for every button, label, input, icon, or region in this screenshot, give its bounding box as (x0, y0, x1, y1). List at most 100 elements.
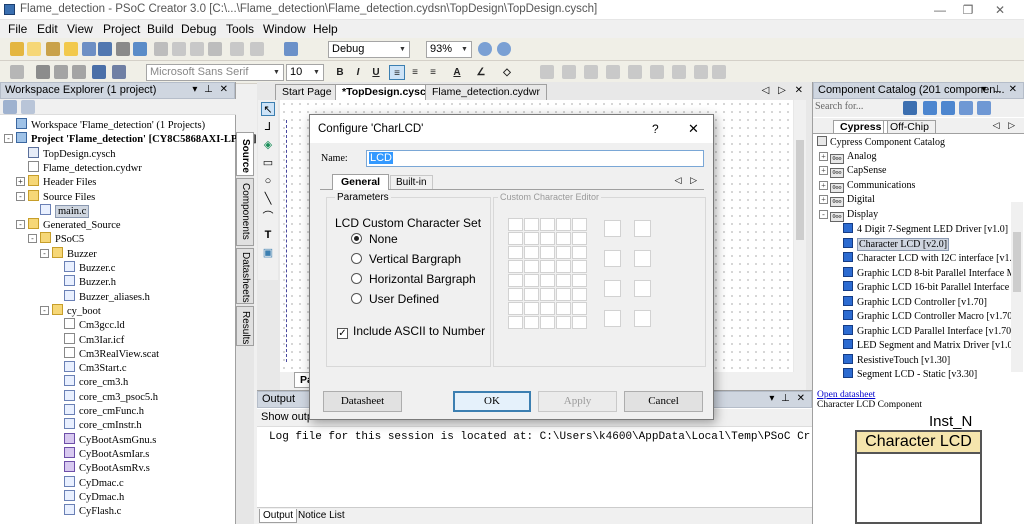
catalog-item[interactable]: Character LCD with I2C interface [v1.1] (843, 252, 1020, 266)
pixel-cell[interactable] (540, 288, 555, 301)
italic-button[interactable]: I (350, 65, 366, 80)
tree-file[interactable]: CyBootAsmIar.s (64, 446, 149, 461)
save-all-icon[interactable] (98, 42, 112, 56)
rectangle-tool-icon[interactable]: ▭ (261, 156, 275, 170)
catalog-item[interactable]: ResistiveTouch [v1.30] (843, 353, 950, 368)
pixel-cell[interactable] (556, 260, 571, 273)
tree-file[interactable]: Buzzer.h (64, 275, 116, 289)
zoom-in-icon[interactable] (478, 42, 492, 56)
distribute-icon[interactable] (628, 65, 642, 79)
grid-icon[interactable] (10, 65, 24, 79)
filter-icon[interactable] (923, 101, 937, 115)
minimize-button[interactable]: — (926, 2, 954, 18)
print-preview-icon[interactable] (133, 42, 147, 56)
datasheet-button[interactable]: Datasheet (323, 391, 402, 412)
catalog-search-input[interactable]: Search for... (815, 101, 895, 115)
option-horizontal-bargraph[interactable]: Horizontal Bargraph (351, 272, 476, 286)
zoom-select[interactable]: 93% ▼ (426, 41, 472, 58)
pixel-cell[interactable] (524, 274, 539, 287)
help-icon[interactable]: ? (652, 122, 659, 136)
pixel-cell[interactable] (508, 246, 523, 259)
option-vertical-bargraph[interactable]: Vertical Bargraph (351, 252, 461, 266)
collapse-all-icon[interactable] (3, 100, 17, 114)
character-thumbnail[interactable] (634, 250, 651, 267)
pixel-cell[interactable] (508, 260, 523, 273)
restore-button[interactable]: ❐ (954, 2, 982, 18)
open-datasheet-link[interactable]: Open datasheet (817, 390, 875, 400)
ok-button[interactable]: OK (453, 391, 531, 412)
align-right-icon[interactable]: ≡ (425, 65, 441, 80)
text-tool-icon[interactable]: T (261, 228, 275, 242)
expand-toggle-icon[interactable]: - (819, 209, 828, 219)
character-thumbnail[interactable] (604, 250, 621, 267)
catalog-item[interactable]: 4 Digit 7-Segment LED Driver [v1.0] (843, 223, 1008, 237)
line-tool-icon[interactable]: ╲ (261, 192, 275, 206)
expand-toggle-icon[interactable]: - (16, 220, 25, 230)
tree-file[interactable]: core_cm3.h (64, 375, 128, 389)
line-color-icon[interactable]: ∠ (473, 65, 489, 80)
pixel-cell[interactable] (508, 274, 523, 287)
expand-toggle-icon[interactable]: - (4, 134, 13, 144)
menu-tools[interactable]: Tools (226, 22, 254, 36)
tab-output[interactable]: Output (259, 509, 298, 523)
delete-icon[interactable] (208, 42, 222, 56)
menu-help[interactable]: Help (313, 22, 338, 36)
menu-debug[interactable]: Debug (181, 22, 216, 36)
tab-notice-list[interactable]: Notice List (295, 509, 348, 522)
tree-file[interactable]: Cm3Iar.icf (64, 332, 124, 347)
catalog-item[interactable]: Graphic LCD 8-bit Parallel Interface Mo (843, 266, 1021, 281)
pixel-cell[interactable] (524, 232, 539, 245)
paste-icon[interactable] (190, 42, 204, 56)
menu-project[interactable]: Project (103, 22, 140, 36)
tree-file[interactable]: CyFlash.c (64, 504, 121, 518)
pixel-cell[interactable] (524, 218, 539, 231)
pixel-cell[interactable] (508, 288, 523, 301)
catalog-group[interactable]: +0oo Analog (819, 151, 876, 165)
pixel-cell[interactable] (556, 246, 571, 259)
pixel-cell[interactable] (556, 274, 571, 287)
catalog-item[interactable]: Segment LCD - Static [v3.30] (843, 368, 977, 382)
catalog-item[interactable]: Graphic LCD 16-bit Parallel Interface M (843, 281, 1021, 295)
refresh-icon[interactable] (21, 100, 35, 114)
catalog-root[interactable]: Cypress Component Catalog (817, 136, 945, 150)
wire-tool-icon[interactable]: ⅃ (261, 120, 275, 134)
expand-toggle-icon[interactable]: - (16, 191, 25, 201)
tree-file[interactable]: core_cmInstr.h (64, 418, 142, 432)
pixel-cell[interactable] (540, 316, 555, 329)
pixel-cell[interactable] (540, 302, 555, 315)
catalog-options-icon[interactable] (959, 101, 973, 115)
wire-icon[interactable] (54, 65, 68, 79)
bold-button[interactable]: B (332, 65, 348, 80)
image-tool-icon[interactable]: ▣ (261, 246, 275, 260)
tree-file[interactable]: Buzzer.c (64, 261, 115, 275)
expand-toggle-icon[interactable]: + (819, 195, 828, 204)
menu-build[interactable]: Build (147, 22, 174, 36)
build-config-select[interactable]: Debug ▼ (328, 41, 410, 58)
name-field[interactable]: LCD (366, 150, 704, 167)
expand-toggle-icon[interactable]: + (819, 151, 828, 161)
tab-general[interactable]: General (332, 174, 390, 190)
tree-file[interactable]: Cm3RealView.scat (64, 346, 159, 361)
pixel-cell[interactable] (556, 302, 571, 315)
tree-file[interactable]: Flame_detection.cydwr (28, 160, 142, 175)
menu-file[interactable]: File (8, 22, 27, 36)
expand-toggle-icon[interactable]: - (40, 305, 49, 315)
dialog-tab-nav[interactable]: ◁ ▷ (675, 175, 700, 186)
pixel-cell[interactable] (524, 260, 539, 273)
open-folder-icon[interactable] (64, 42, 78, 56)
close-window-button[interactable]: ✕ (986, 2, 1014, 18)
font-color-icon[interactable]: A (449, 65, 465, 80)
tree-file[interactable]: CyDmac.h (64, 489, 124, 504)
expand-toggle-icon[interactable]: + (16, 177, 25, 187)
build-icon[interactable] (284, 42, 298, 56)
pixel-cell[interactable] (572, 274, 587, 287)
character-thumbnail[interactable] (604, 220, 621, 237)
tree-folder[interactable]: Source Files (28, 189, 95, 204)
pixel-cell[interactable] (540, 232, 555, 245)
catalog-pin-controls[interactable]: ▾ ⊥ ✕ (981, 84, 1019, 95)
catalog-group[interactable]: +0oo CapSense (819, 165, 886, 179)
catalog-group[interactable]: -0oo Display (819, 209, 878, 223)
ungroup-icon[interactable] (712, 65, 726, 79)
new-file-icon[interactable] (27, 42, 41, 56)
pixel-cell[interactable] (572, 288, 587, 301)
